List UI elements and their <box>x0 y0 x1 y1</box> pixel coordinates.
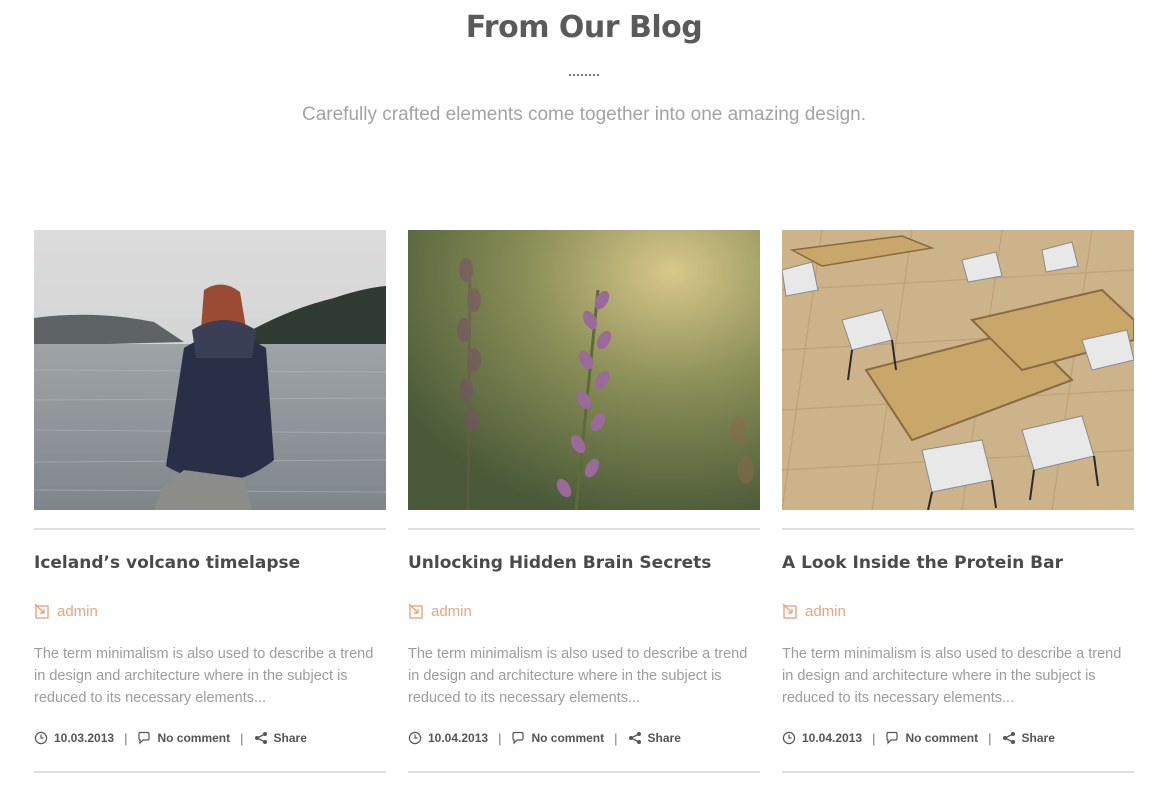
meta-separator: | <box>240 730 244 746</box>
post-thumbnail[interactable] <box>782 230 1134 510</box>
post-title[interactable]: Iceland’s volcano timelapse <box>34 553 386 573</box>
comments-link[interactable]: No comment <box>511 731 604 745</box>
card-divider <box>782 528 1134 530</box>
post-date: 10.04.2013 <box>802 731 863 745</box>
post-author[interactable]: admin <box>782 600 846 622</box>
meta-separator: | <box>988 730 992 746</box>
edit-icon <box>34 603 49 619</box>
post-meta: 10.04.2013 | No comment | Share <box>408 729 681 747</box>
clock-icon <box>408 731 422 745</box>
post-author[interactable]: admin <box>408 600 472 622</box>
author-name: admin <box>431 602 472 620</box>
share-label: Share <box>1021 731 1055 745</box>
woman-by-lake-photo <box>34 230 386 510</box>
post-excerpt: The term minimalism is also used to desc… <box>782 646 1122 706</box>
post-thumbnail[interactable] <box>408 230 760 510</box>
section-title: From Our Blog <box>465 10 703 45</box>
clock-icon <box>34 731 48 745</box>
meta-separator: | <box>872 730 876 746</box>
post-date: 10.04.2013 <box>428 731 489 745</box>
share-icon <box>1002 732 1015 744</box>
meta-separator: | <box>614 730 618 746</box>
share-button[interactable]: Share <box>254 731 307 745</box>
share-icon <box>254 732 267 744</box>
card-divider <box>408 528 760 530</box>
blog-post-card: Unlocking Hidden Brain Secrets admin The… <box>408 230 760 775</box>
comments-link[interactable]: No comment <box>885 731 978 745</box>
comment-icon <box>886 731 899 745</box>
post-meta: 10.04.2013 | No comment | Share <box>782 729 1055 747</box>
comments-label: No comment <box>157 731 231 745</box>
meta-separator: | <box>498 730 502 746</box>
comment-icon <box>512 731 525 745</box>
card-divider <box>408 771 760 773</box>
share-button[interactable]: Share <box>1002 731 1055 745</box>
author-name: admin <box>805 602 846 620</box>
post-title[interactable]: Unlocking Hidden Brain Secrets <box>408 553 760 573</box>
post-excerpt: The term minimalism is also used to desc… <box>408 646 748 706</box>
post-author[interactable]: admin <box>34 600 98 622</box>
blog-post-card: Iceland’s volcano timelapse admin The te… <box>34 230 386 775</box>
post-date: 10.03.2013 <box>54 731 115 745</box>
blog-post-card: A Look Inside the Protein Bar admin The … <box>782 230 1134 775</box>
share-icon <box>628 732 641 744</box>
share-label: Share <box>647 731 681 745</box>
title-divider <box>569 74 599 76</box>
post-meta: 10.03.2013 | No comment | Share <box>34 729 307 747</box>
edit-icon <box>782 603 797 619</box>
post-thumbnail[interactable] <box>34 230 386 510</box>
share-label: Share <box>273 731 307 745</box>
lavender-flower-photo <box>408 230 760 510</box>
comments-label: No comment <box>531 731 605 745</box>
clock-icon <box>782 731 796 745</box>
share-button[interactable]: Share <box>628 731 681 745</box>
cafe-tables-photo <box>782 230 1134 510</box>
comment-icon <box>138 731 151 745</box>
card-divider <box>34 771 386 773</box>
author-name: admin <box>57 602 98 620</box>
card-divider <box>34 528 386 530</box>
section-subtitle: Carefully crafted elements come together… <box>302 104 866 125</box>
post-title[interactable]: A Look Inside the Protein Bar <box>782 553 1134 573</box>
meta-separator: | <box>124 730 128 746</box>
edit-icon <box>408 603 423 619</box>
post-excerpt: The term minimalism is also used to desc… <box>34 646 374 706</box>
comments-link[interactable]: No comment <box>137 731 230 745</box>
comments-label: No comment <box>905 731 979 745</box>
card-divider <box>782 771 1134 773</box>
